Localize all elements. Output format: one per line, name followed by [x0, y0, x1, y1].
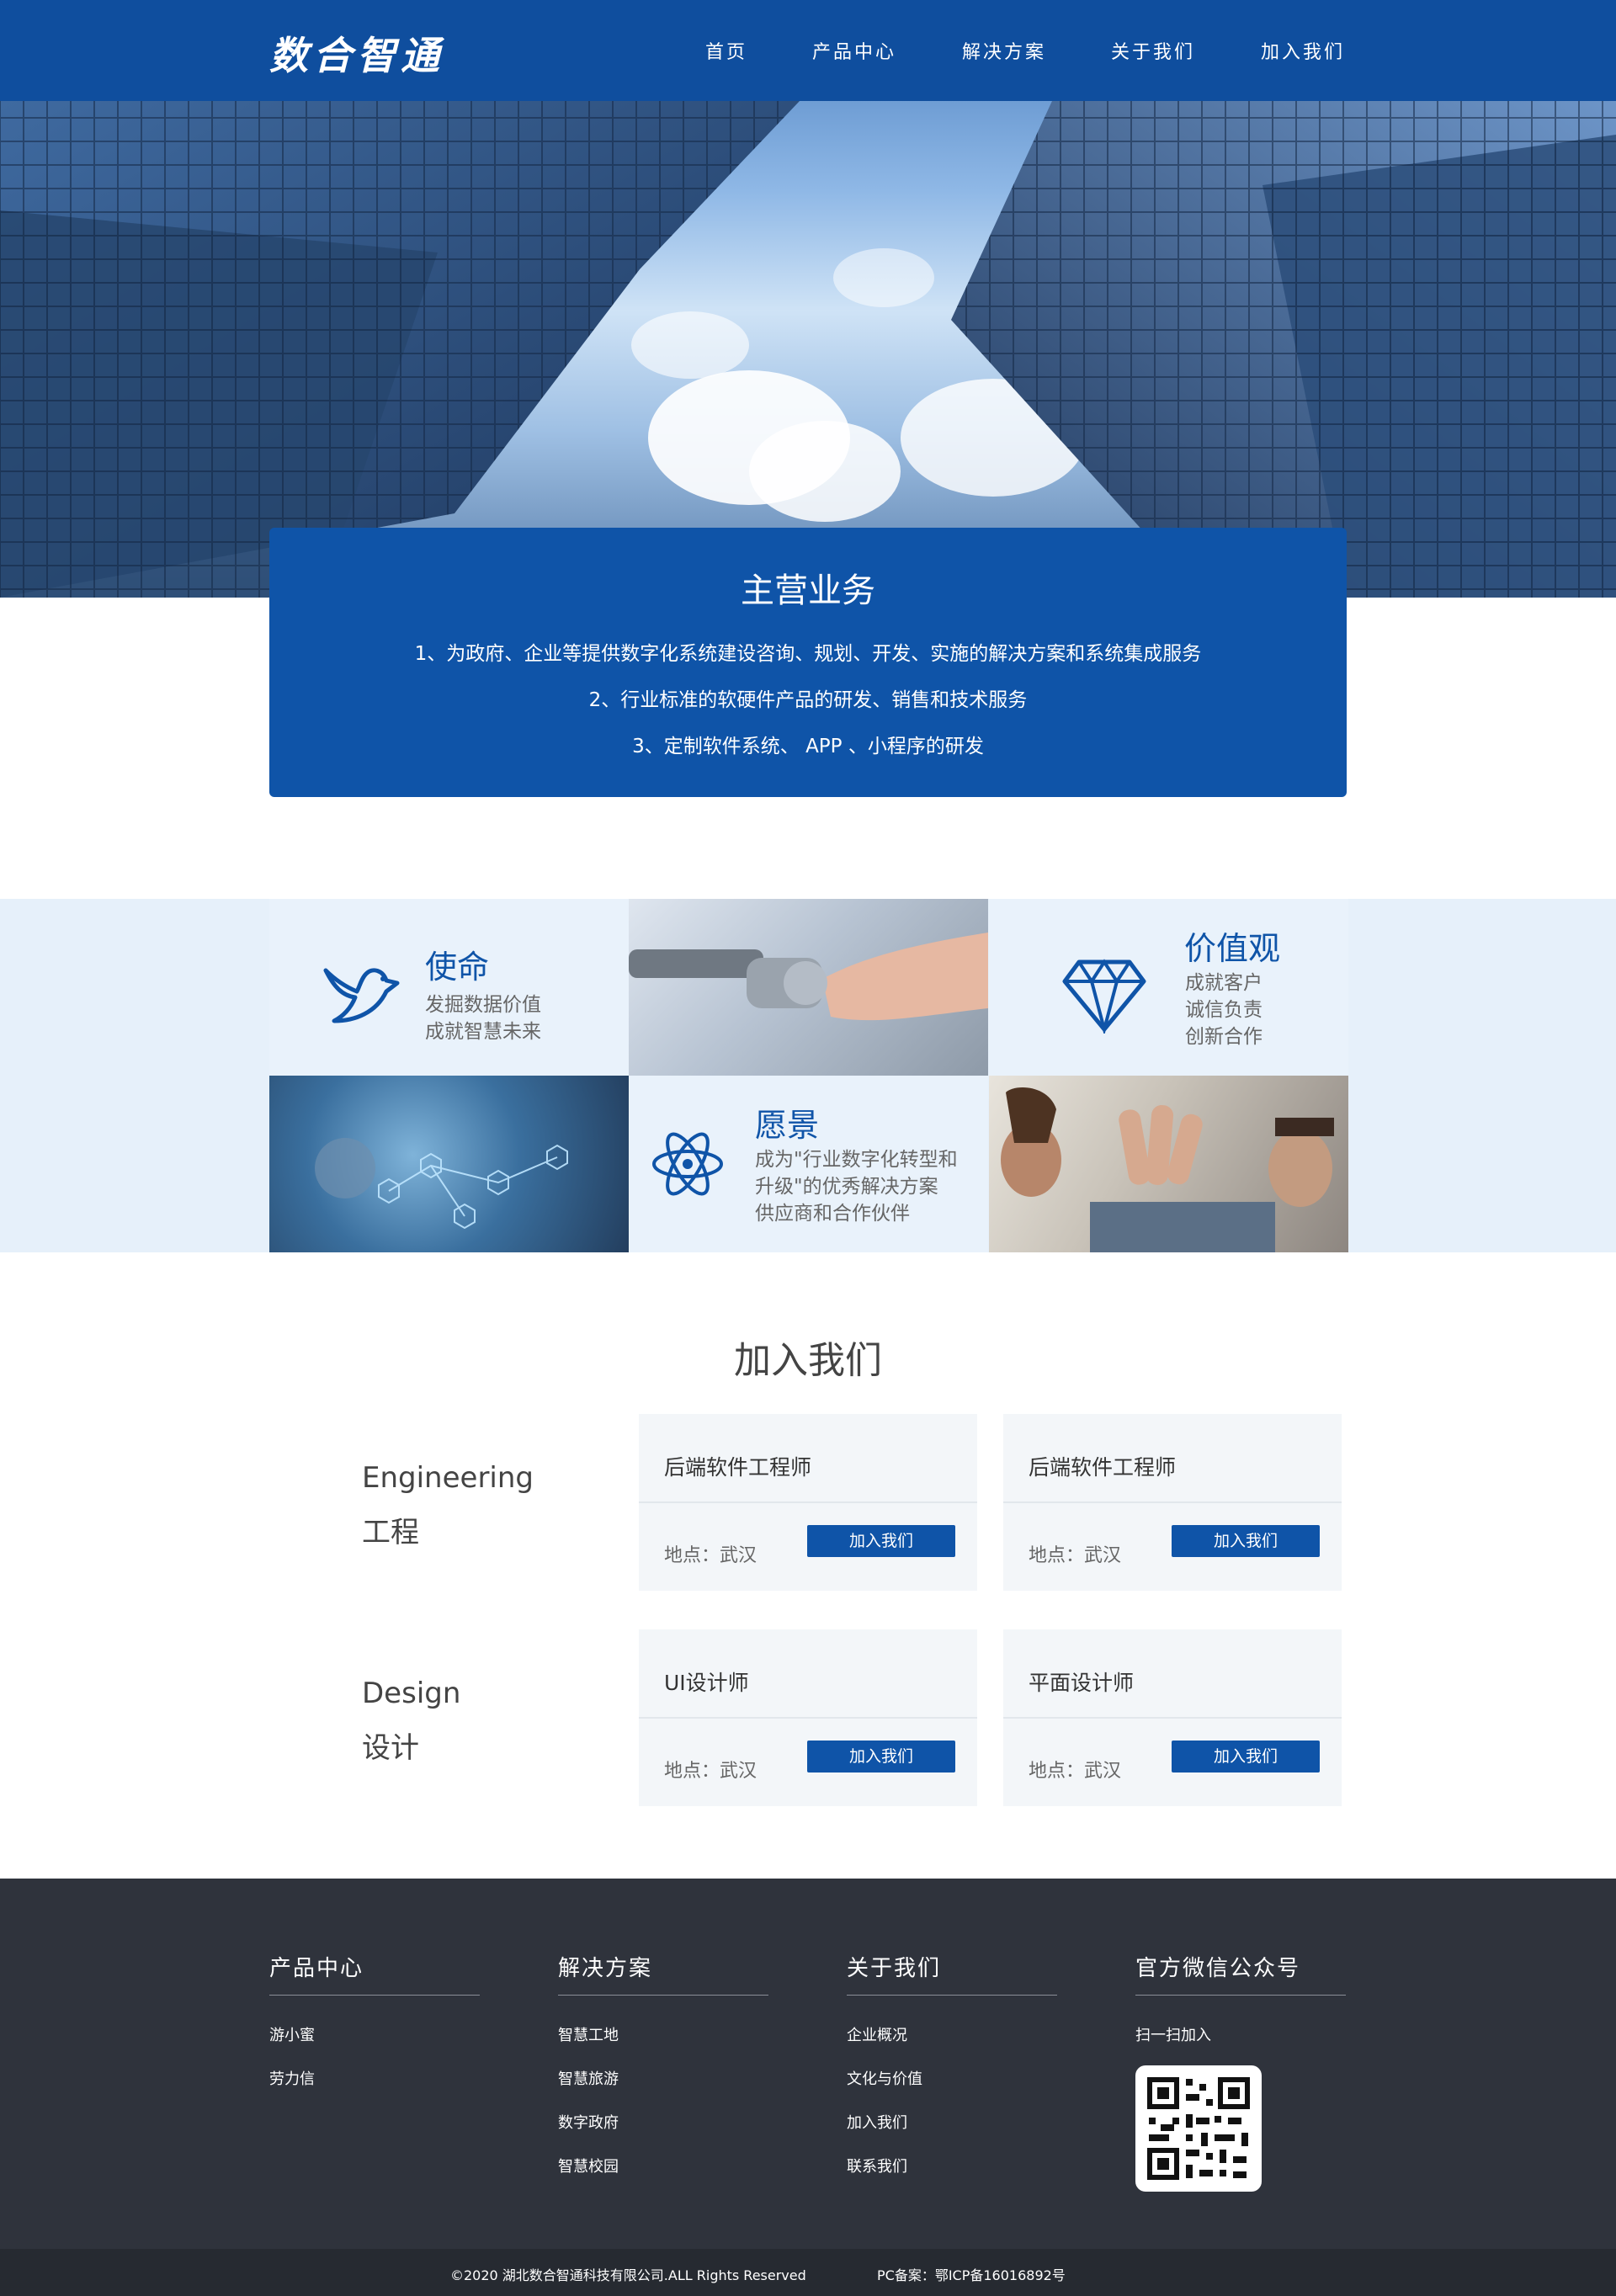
card-divider — [1003, 1501, 1342, 1503]
footer-divider — [847, 1995, 1057, 1996]
business-item: 2、行业标准的软硬件产品的研发、销售和技术服务 — [588, 689, 1028, 711]
job-title: 后端软件工程师 — [664, 1455, 812, 1480]
mission-tile: 使命 发掘数据价值 成就智慧未来 — [269, 899, 629, 1076]
business-item: 3、定制软件系统、 APP 、小程序的研发 — [632, 736, 984, 757]
handshake-illustration — [629, 933, 988, 1021]
join-section-title: 加入我们 — [734, 1339, 882, 1382]
join-button[interactable]: 加入我们 — [807, 1525, 955, 1557]
footer-link[interactable]: 文化与价值 — [847, 2067, 922, 2089]
teamwork-image — [989, 1076, 1348, 1252]
vision-title: 愿景 — [755, 1107, 820, 1144]
nav-solutions[interactable]: 解决方案 — [962, 37, 1046, 64]
footer-heading-wechat: 官方微信公众号 — [1135, 1956, 1301, 1981]
hexagon-network-illustration — [315, 1138, 568, 1230]
category-cn: 设计 — [362, 1731, 419, 1765]
job-location: 地点：武汉 — [664, 1761, 758, 1782]
vision-tile: 愿景 成为"行业数字化转型和 升级"的优秀解决方案 供应商和合作伙伴 — [629, 1076, 988, 1252]
footer-heading-about: 关于我们 — [847, 1956, 942, 1981]
mission-title: 使命 — [425, 949, 490, 986]
footer-link[interactable]: 企业概况 — [847, 2023, 907, 2045]
job-location: 地点：武汉 — [664, 1545, 758, 1566]
dove-icon — [323, 968, 400, 1023]
top-navbar: 数合智通 首页 产品中心 解决方案 关于我们 加入我们 — [0, 0, 1616, 101]
job-card: 后端软件工程师 地点：武汉 加入我们 — [1003, 1414, 1342, 1591]
value-line: 成就客户 — [1185, 972, 1262, 994]
footer-link[interactable]: 智慧校园 — [558, 2155, 619, 2176]
category-en: Engineering — [362, 1461, 534, 1495]
job-location: 地点：武汉 — [1029, 1545, 1122, 1566]
mission-line: 成就智慧未来 — [425, 1021, 541, 1043]
business-title: 主营业务 — [741, 571, 875, 610]
footer-heading-products: 产品中心 — [269, 1956, 364, 1981]
category-en: Design — [362, 1677, 461, 1710]
footer-link[interactable]: 联系我们 — [847, 2155, 907, 2176]
footer-divider — [269, 1995, 480, 1996]
job-card: 平面设计师 地点：武汉 加入我们 — [1003, 1629, 1342, 1806]
value-tile: 价值观 成就客户 诚信负责 创新合作 — [989, 899, 1348, 1076]
bottom-copyright-bar: ©2020 湖北数合智通科技有限公司.ALL Rights Reserved P… — [0, 2249, 1616, 2296]
job-title: 平面设计师 — [1029, 1671, 1135, 1695]
job-card: 后端软件工程师 地点：武汉 加入我们 — [639, 1414, 977, 1591]
robot-handshake-image — [629, 899, 988, 1076]
footer-link[interactable]: 加入我们 — [847, 2111, 907, 2133]
card-divider — [639, 1501, 977, 1503]
value-title: 价值观 — [1184, 930, 1281, 967]
card-divider — [639, 1717, 977, 1719]
copyright-text: ©2020 湖北数合智通科技有限公司.ALL Rights Reserved — [450, 2267, 806, 2283]
footer-divider — [558, 1995, 768, 1996]
site-footer: 产品中心 游小蜜 劳力信 解决方案 智慧工地 智慧旅游 数字政府 智慧校园 关于… — [0, 1879, 1616, 2249]
main-business-panel: 主营业务 1、为政府、企业等提供数字化系统建设咨询、规划、开发、实施的解决方案和… — [269, 528, 1347, 797]
brand-logo[interactable]: 数合智通 — [269, 25, 444, 81]
footer-link[interactable]: 游小蜜 — [269, 2023, 315, 2045]
hero-banner: 数合智通 首页 产品中心 解决方案 关于我们 加入我们 — [0, 0, 1616, 598]
footer-link[interactable]: 劳力信 — [269, 2067, 315, 2089]
nav-home[interactable]: 首页 — [705, 37, 747, 64]
card-divider — [1003, 1717, 1342, 1719]
job-location: 地点：武汉 — [1029, 1761, 1122, 1782]
join-button[interactable]: 加入我们 — [1172, 1525, 1320, 1557]
diamond-icon — [1062, 959, 1146, 1034]
footer-divider — [1135, 1995, 1346, 1996]
high-five-illustration — [1001, 1087, 1334, 1252]
business-item: 1、为政府、企业等提供数字化系统建设咨询、规划、开发、实施的解决方案和系统集成服… — [414, 643, 1202, 665]
tech-network-image — [269, 1076, 629, 1252]
wechat-qr-code — [1135, 2065, 1262, 2192]
icp-record-text[interactable]: PC备案：鄂ICP备16016892号 — [877, 2264, 1066, 2284]
footer-link[interactable]: 智慧工地 — [558, 2023, 619, 2045]
join-button[interactable]: 加入我们 — [807, 1741, 955, 1772]
value-line: 诚信负责 — [1185, 999, 1262, 1021]
vision-line: 供应商和合作伙伴 — [755, 1203, 910, 1225]
value-line: 创新合作 — [1185, 1026, 1262, 1048]
category-cn: 工程 — [362, 1516, 419, 1549]
join-button[interactable]: 加入我们 — [1172, 1741, 1320, 1772]
nav-about[interactable]: 关于我们 — [1111, 37, 1195, 64]
job-title: 后端软件工程师 — [1029, 1455, 1177, 1480]
vision-line: 成为"行业数字化转型和 — [755, 1149, 958, 1171]
job-title: UI设计师 — [664, 1671, 749, 1695]
job-card: UI设计师 地点：武汉 加入我们 — [639, 1629, 977, 1806]
footer-heading-solutions: 解决方案 — [558, 1956, 653, 1981]
vision-line: 升级"的优秀解决方案 — [755, 1176, 938, 1198]
values-section: 使命 发掘数据价值 成就智慧未来 价值观 成就客户 诚信负责 创新合作 愿景 成… — [0, 899, 1616, 1252]
nav-join[interactable]: 加入我们 — [1261, 37, 1345, 64]
atom-icon — [652, 1132, 723, 1196]
qr-code-image — [1147, 2077, 1250, 2180]
footer-link[interactable]: 数字政府 — [558, 2111, 619, 2133]
footer-scan-text: 扫一扫加入 — [1135, 2027, 1211, 2044]
nav-products[interactable]: 产品中心 — [812, 37, 896, 64]
mission-line: 发掘数据价值 — [425, 994, 541, 1016]
footer-link[interactable]: 智慧旅游 — [558, 2067, 619, 2089]
